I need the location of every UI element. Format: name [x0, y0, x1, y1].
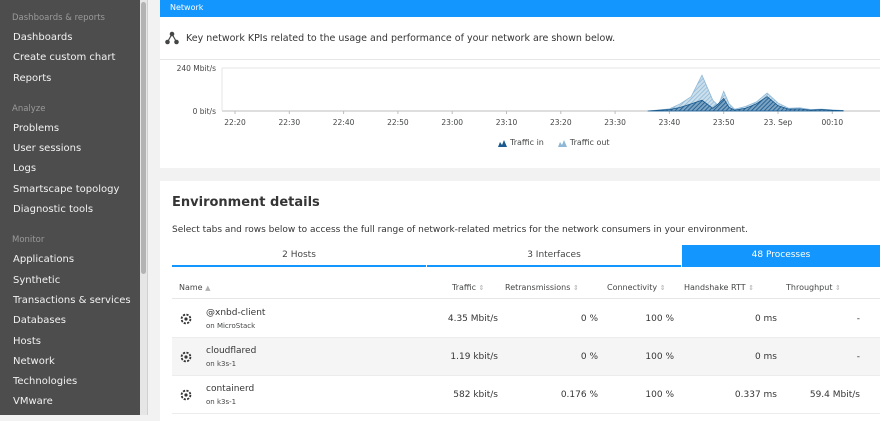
network-topology-icon: [165, 31, 179, 45]
sort-icon: ⇕: [748, 284, 755, 292]
scrollbar-thumb[interactable]: [141, 2, 146, 274]
traffic-value: 4.35 Mbit/s: [447, 314, 498, 324]
traffic-in-swatch-icon: [498, 139, 507, 147]
legend-traffic-out[interactable]: Traffic out: [557, 138, 610, 147]
sidebar-nav: Dashboards & reports Dashboards Create cus…: [0, 0, 140, 415]
x-tick-label: 23. Sep: [764, 118, 793, 127]
x-tick-label: 22:40: [333, 118, 355, 127]
sidebar-item-dashboards[interactable]: Dashboards: [0, 28, 140, 48]
x-tick-label: 23:10: [496, 118, 518, 127]
sidebar-item-reports[interactable]: Reports: [0, 69, 140, 89]
throughput-value: -: [856, 314, 860, 324]
connectivity-value: 100 %: [645, 314, 674, 324]
connectivity-value: 100 %: [645, 390, 674, 400]
process-icon: [180, 313, 192, 325]
sidebar-section-title: Monitor: [12, 235, 45, 246]
x-tick-label: 23:50: [713, 118, 735, 127]
table-row[interactable]: @xnbd-client on MicroStack 4.35 Mbit/s 0…: [172, 300, 880, 338]
column-header-traffic[interactable]: Traffic ⇕: [452, 279, 484, 297]
traffic-value: 582 kbit/s: [453, 390, 498, 400]
info-row: Key network KPIs related to the usage an…: [160, 17, 880, 60]
column-header-name[interactable]: Name ▲: [179, 279, 211, 297]
sort-icon: ⇕: [572, 284, 579, 292]
process-host: on k3s-1: [206, 398, 237, 406]
tab-interfaces[interactable]: 3 Interfaces: [427, 245, 681, 267]
x-tick-label: 22:20: [224, 118, 246, 127]
process-host: on MicroStack: [206, 322, 256, 330]
process-name[interactable]: @xnbd-client: [206, 308, 265, 318]
sort-icon: ⇕: [835, 284, 841, 292]
chart-legend: Traffic in Traffic out: [498, 138, 610, 147]
sort-icon: ⇕: [478, 284, 485, 292]
network-traffic-chart[interactable]: 240 Mbit/s 0 bit/s 22:20 22:30 22:40 22:50 23:…: [160, 61, 880, 168]
handshake-rtt-value: 0.337 ms: [734, 390, 777, 400]
process-name[interactable]: cloudflared: [206, 346, 256, 356]
x-tick-label: 22:30: [278, 118, 300, 127]
sidebar-item-synthetic[interactable]: Synthetic: [0, 271, 140, 291]
sidebar-section-title: Dashboards & reports: [12, 13, 105, 23]
environment-description: Select tabs and rows below to access the…: [172, 225, 748, 235]
y-tick-label: 240 Mbit/s: [177, 64, 216, 73]
x-tick-label: 23:30: [604, 118, 626, 127]
throughput-value: -: [856, 352, 860, 362]
sort-ascending-icon: ▲: [205, 284, 211, 292]
x-tick-label: 00:10: [821, 118, 843, 127]
retransmissions-value: 0 %: [580, 352, 598, 362]
environment-title: Environment details: [172, 195, 320, 210]
sidebar-item-problems[interactable]: Problems: [0, 119, 140, 139]
column-header-throughput[interactable]: Throughput ⇕: [786, 279, 841, 297]
sidebar-item-technologies[interactable]: Technologies: [0, 372, 140, 392]
process-icon: [180, 389, 192, 401]
sidebar-item-user-sessions[interactable]: User sessions: [0, 139, 140, 159]
network-card-title: Network: [160, 0, 880, 17]
sidebar-item-transactions-services[interactable]: Transactions & services: [0, 291, 140, 311]
sidebar-item-network[interactable]: Network: [0, 352, 140, 372]
throughput-value: 59.4 Mbit/s: [809, 390, 860, 400]
sidebar-item-databases[interactable]: Databases: [0, 311, 140, 331]
handshake-rtt-value: 0 ms: [754, 352, 777, 362]
info-text: Key network KPIs related to the usage an…: [186, 32, 616, 44]
handshake-rtt-value: 0 ms: [754, 314, 777, 324]
tab-processes[interactable]: 48 Processes: [682, 245, 880, 267]
series-traffic-out-area: [647, 74, 844, 112]
x-tick-label: 23:40: [659, 118, 681, 127]
sidebar-section-title: Analyze: [12, 103, 46, 114]
y-tick-label: 0 bit/s: [193, 107, 216, 116]
main-content: Network Key network KPIs related to the …: [160, 0, 880, 421]
x-tick-label: 22:50: [387, 118, 409, 127]
sidebar-item-logs[interactable]: Logs: [0, 159, 140, 179]
tab-hosts[interactable]: 2 Hosts: [172, 245, 426, 267]
retransmissions-value: 0.176 %: [560, 390, 598, 400]
process-host: on k3s-1: [206, 360, 237, 368]
sidebar-item-applications[interactable]: Applications: [0, 250, 140, 270]
network-card: Network Key network KPIs related to the …: [160, 0, 880, 168]
sidebar-item-vmware[interactable]: VMware: [0, 392, 140, 412]
table-row[interactable]: containerd on k3s-1 582 kbit/s 0.176 % 1…: [172, 376, 880, 414]
series-traffic-in-area: [647, 96, 844, 112]
x-tick-label: 23:20: [550, 118, 572, 127]
x-tick-label: 23:00: [441, 118, 463, 127]
sidebar-item-diagnostic-tools[interactable]: Diagnostic tools: [0, 200, 140, 220]
retransmissions-value: 0 %: [580, 314, 598, 324]
traffic-value: 1.19 kbit/s: [450, 352, 498, 362]
process-icon: [180, 351, 192, 363]
column-header-retransmissions[interactable]: Retransmissions ⇕: [505, 279, 579, 297]
connectivity-value: 100 %: [645, 352, 674, 362]
column-header-handshake-rtt[interactable]: Handshake RTT ⇕: [684, 279, 754, 297]
column-header-connectivity[interactable]: Connectivity ⇕: [607, 279, 666, 297]
traffic-out-swatch-icon: [557, 139, 567, 147]
table-header: Name ▲ Traffic ⇕ Retransmissions ⇕ Conne…: [172, 279, 880, 299]
sidebar-item-hosts[interactable]: Hosts: [0, 332, 140, 352]
process-name[interactable]: containerd: [206, 384, 254, 394]
legend-traffic-in[interactable]: Traffic in: [498, 138, 544, 147]
environment-details-card: Environment details Select tabs and rows…: [160, 181, 880, 421]
table-row[interactable]: cloudflared on k3s-1 1.19 kbit/s 0 % 100…: [172, 338, 880, 376]
sidebar-scrollbar[interactable]: [140, 0, 148, 415]
sidebar-item-smartscape-topology[interactable]: Smartscape topology: [0, 180, 140, 200]
sidebar-item-create-custom-chart[interactable]: Create custom chart: [0, 48, 140, 68]
sort-icon: ⇕: [659, 284, 666, 292]
environment-tabs: 2 Hosts 3 Interfaces 48 Processes: [172, 245, 880, 267]
